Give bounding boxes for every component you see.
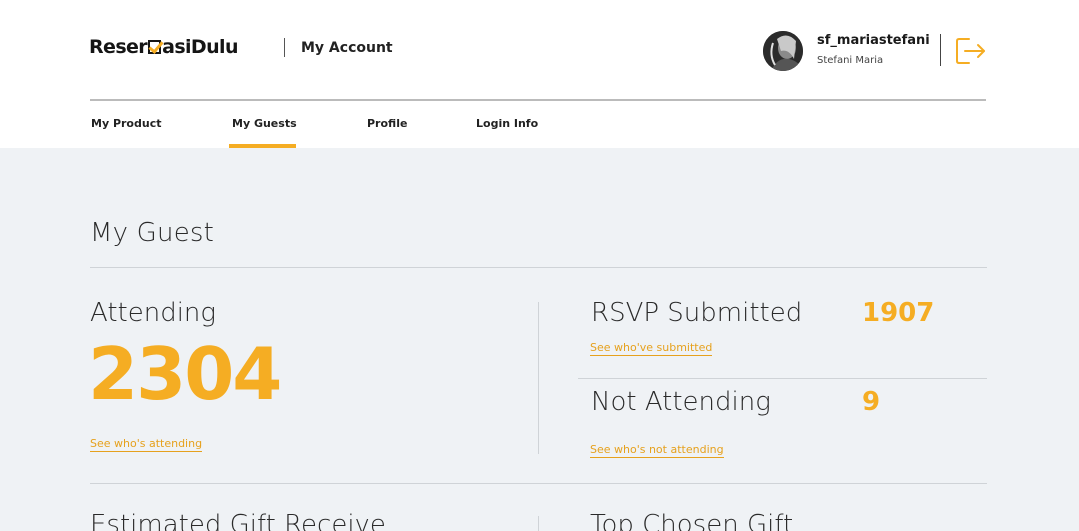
- logo-text-end: asiDulu: [162, 36, 238, 58]
- checkbox-check-icon: [148, 40, 162, 54]
- rsvp-submitted-count: 1907: [862, 298, 935, 328]
- attending-label: Attending: [90, 298, 217, 328]
- user-divider: [940, 34, 941, 66]
- tab-login-info[interactable]: Login Info: [476, 117, 538, 130]
- username: sf_mariastefani: [817, 33, 930, 48]
- column-divider-lower: [538, 516, 539, 531]
- see-attending-link[interactable]: See who's attending: [90, 437, 203, 452]
- section-title: My Account: [301, 40, 393, 56]
- section-divider: [90, 483, 987, 484]
- logout-icon: [956, 38, 985, 64]
- tab-profile[interactable]: Profile: [367, 117, 407, 130]
- title-divider: [90, 267, 987, 268]
- logo-divider: [284, 38, 285, 57]
- rsvp-submitted-label: RSVP Submitted: [591, 298, 803, 328]
- see-submitted-link[interactable]: See who've submitted: [590, 341, 713, 356]
- logo[interactable]: Reser asiDulu: [89, 36, 238, 58]
- header-divider: [90, 99, 986, 101]
- stats-divider: [578, 378, 987, 379]
- page-title: My Guest: [90, 218, 215, 248]
- avatar[interactable]: [763, 31, 803, 71]
- see-not-attending-link[interactable]: See who's not attending: [590, 443, 724, 458]
- user-full-name: Stefani Maria: [817, 55, 884, 66]
- active-tab-indicator: [229, 144, 296, 148]
- logout-button[interactable]: [955, 36, 987, 66]
- not-attending-label: Not Attending: [591, 387, 771, 417]
- tab-my-guests[interactable]: My Guests: [232, 117, 297, 130]
- top-chosen-gift-label: Top Chosen Gift: [590, 510, 794, 531]
- estimated-gift-label: Estimated Gift Receive: [90, 510, 386, 531]
- tab-my-product[interactable]: My Product: [91, 117, 161, 130]
- column-divider: [538, 302, 539, 454]
- attending-count: 2304: [88, 332, 282, 416]
- not-attending-count: 9: [862, 387, 881, 417]
- logo-text-start: Reser: [89, 36, 148, 58]
- header: Reser asiDulu My Account sf_mariastefani …: [0, 0, 1079, 148]
